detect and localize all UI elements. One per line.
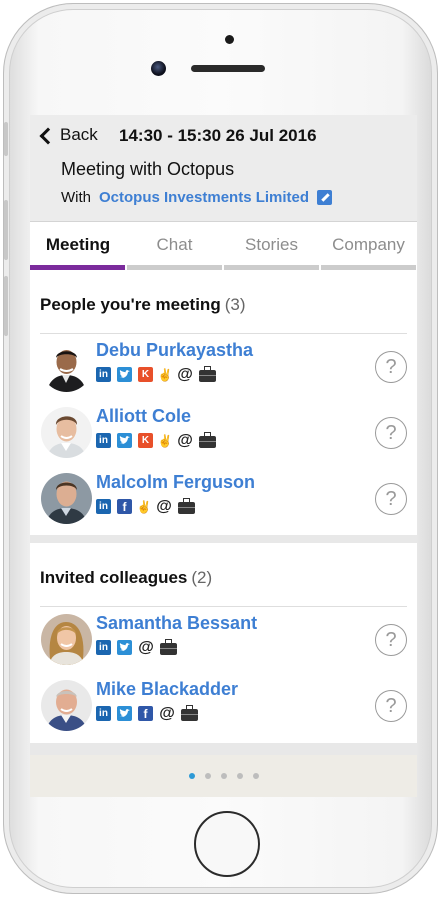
- front-camera: [151, 61, 166, 76]
- person-name[interactable]: Alliott Cole: [96, 406, 191, 427]
- app-screen: Back 14:30 - 15:30 26 Jul 2016 Meeting w…: [30, 115, 417, 797]
- briefcase-icon[interactable]: [199, 366, 216, 382]
- linkedin-icon[interactable]: in: [96, 367, 111, 382]
- help-button[interactable]: ?: [375, 690, 407, 722]
- person-row[interactable]: Mike Blackadder in f @ ?: [30, 673, 417, 739]
- tab-chat[interactable]: Chat: [126, 222, 223, 270]
- person-name[interactable]: Samantha Bessant: [96, 613, 257, 634]
- avatar: [41, 473, 92, 524]
- person-row[interactable]: Samantha Bessant in @ ?: [30, 607, 417, 673]
- section-title: People you're meeting (3): [30, 270, 417, 334]
- briefcase-icon[interactable]: [181, 705, 198, 721]
- email-icon[interactable]: @: [159, 705, 175, 721]
- section-count: (2): [191, 568, 213, 587]
- help-button[interactable]: ?: [375, 624, 407, 656]
- angellist-icon[interactable]: ✌: [158, 433, 173, 448]
- email-icon[interactable]: @: [156, 498, 172, 514]
- tab-company[interactable]: Company: [320, 222, 417, 270]
- help-button[interactable]: ?: [375, 417, 407, 449]
- invited-colleagues-section: Invited colleagues (2) Samantha Bessant i…: [30, 543, 417, 743]
- meeting-time: 14:30 - 15:30 26 Jul 2016: [119, 126, 317, 145]
- page-dot[interactable]: [204, 773, 211, 779]
- email-icon[interactable]: @: [177, 366, 193, 382]
- briefcase-icon[interactable]: [160, 639, 177, 655]
- klout-icon[interactable]: K: [138, 433, 153, 448]
- company-link[interactable]: Octopus Investments Limited: [99, 189, 309, 206]
- earpiece-speaker: [191, 65, 265, 72]
- tab-bar: Meeting Chat Stories Company: [30, 222, 417, 270]
- section-count: (3): [224, 295, 246, 314]
- twitter-icon[interactable]: [117, 640, 132, 655]
- briefcase-icon[interactable]: [199, 432, 216, 448]
- tab-stories[interactable]: Stories: [223, 222, 320, 270]
- email-icon[interactable]: @: [138, 639, 154, 655]
- linkedin-icon[interactable]: in: [96, 433, 111, 448]
- section-title: Invited colleagues (2): [30, 543, 417, 607]
- angellist-icon[interactable]: ✌: [158, 367, 173, 382]
- avatar: [41, 680, 92, 731]
- back-button[interactable]: Back: [39, 125, 98, 145]
- facebook-icon[interactable]: f: [138, 706, 153, 721]
- chevron-left-icon: [39, 127, 57, 145]
- email-icon[interactable]: @: [177, 432, 193, 448]
- person-name[interactable]: Mike Blackadder: [96, 679, 238, 700]
- help-button[interactable]: ?: [375, 483, 407, 515]
- page-dot[interactable]: [236, 773, 243, 779]
- social-icons: in @: [96, 639, 177, 655]
- avatar: [41, 407, 92, 458]
- volume-down-button: [4, 276, 8, 336]
- volume-up-button: [4, 200, 8, 260]
- edit-icon[interactable]: [317, 190, 333, 205]
- person-row[interactable]: Malcolm Ferguson in f ✌ @ ?: [30, 466, 417, 532]
- person-name[interactable]: Debu Purkayastha: [96, 340, 253, 361]
- angellist-icon[interactable]: ✌: [137, 499, 152, 514]
- twitter-icon[interactable]: [117, 367, 132, 382]
- social-icons: in K ✌ @: [96, 432, 216, 448]
- section-title-text: Invited colleagues: [40, 568, 188, 587]
- meeting-content: People you're meeting (3) Debu Purkayasth…: [30, 270, 417, 755]
- people-meeting-section: People you're meeting (3) Debu Purkayasth…: [30, 270, 417, 535]
- linkedin-icon[interactable]: in: [96, 706, 111, 721]
- back-label: Back: [60, 125, 98, 144]
- with-label: With: [61, 189, 91, 206]
- home-button[interactable]: [194, 811, 260, 877]
- meeting-header: Back 14:30 - 15:30 26 Jul 2016 Meeting w…: [30, 115, 417, 222]
- social-icons: in f @: [96, 705, 198, 721]
- briefcase-icon[interactable]: [178, 498, 195, 514]
- twitter-icon[interactable]: [117, 706, 132, 721]
- sensor-dot: [225, 35, 234, 44]
- page-dot[interactable]: [252, 773, 259, 779]
- mute-switch: [4, 122, 8, 156]
- social-icons: in f ✌ @: [96, 498, 195, 514]
- linkedin-icon[interactable]: in: [96, 499, 111, 514]
- twitter-icon[interactable]: [117, 433, 132, 448]
- help-button[interactable]: ?: [375, 351, 407, 383]
- person-name[interactable]: Malcolm Ferguson: [96, 472, 255, 493]
- avatar: [41, 614, 92, 665]
- klout-icon[interactable]: K: [138, 367, 153, 382]
- page-dot[interactable]: [220, 773, 227, 779]
- linkedin-icon[interactable]: in: [96, 640, 111, 655]
- social-icons: in K ✌ @: [96, 366, 216, 382]
- meeting-with-row: With Octopus Investments Limited: [61, 189, 333, 206]
- tab-meeting[interactable]: Meeting: [30, 222, 126, 270]
- page-indicator: [30, 755, 417, 797]
- person-row[interactable]: Alliott Cole in K ✌ @ ?: [30, 400, 417, 466]
- meeting-title: Meeting with Octopus: [61, 159, 235, 179]
- avatar: [41, 341, 92, 392]
- person-row[interactable]: Debu Purkayastha in K ✌ @ ?: [30, 334, 417, 400]
- page-dot-active[interactable]: [188, 773, 195, 779]
- facebook-icon[interactable]: f: [117, 499, 132, 514]
- section-title-text: People you're meeting: [40, 295, 221, 314]
